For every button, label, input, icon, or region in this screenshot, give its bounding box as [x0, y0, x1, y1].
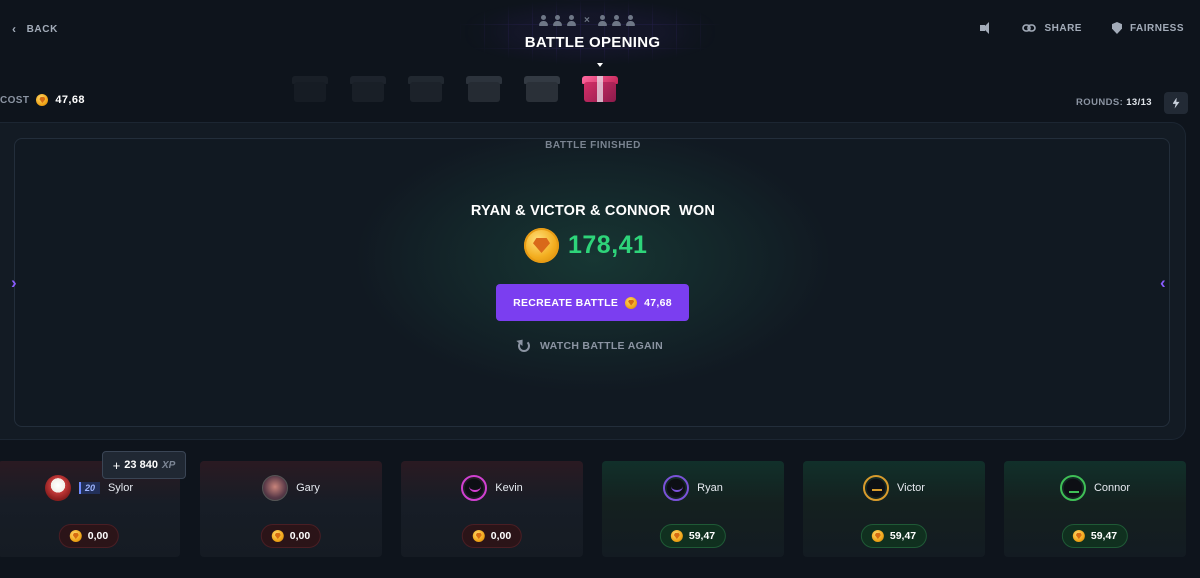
- recreate-cost: 47,68: [644, 296, 672, 309]
- player-name: Sylor: [107, 482, 134, 494]
- player-amount-value: 59,47: [688, 530, 716, 542]
- player-card-kevin[interactable]: Kevin 0,00: [401, 461, 583, 557]
- coin-icon: [670, 530, 683, 542]
- fairness-button[interactable]: FAIRNESS: [1111, 22, 1184, 34]
- player-name: Connor: [1093, 482, 1131, 494]
- battle-cost: COST 47,68: [0, 94, 85, 106]
- rounds-counter: ROUNDS: 13/13: [1076, 97, 1152, 108]
- player-name: Gary: [296, 482, 320, 494]
- speaker-icon: [980, 22, 992, 34]
- share-label: SHARE: [1044, 22, 1082, 34]
- rounds-label: ROUNDS:: [1076, 97, 1124, 108]
- player-identity: Victor: [803, 475, 985, 501]
- player-icon: [566, 15, 577, 26]
- player-amount-value: 59,47: [1090, 530, 1118, 542]
- fast-mode-button[interactable]: [1164, 92, 1188, 114]
- versus-icon: ×: [584, 15, 590, 26]
- case-thumbnail[interactable]: [522, 70, 562, 106]
- player-amount: 0,00: [58, 524, 120, 548]
- top-bar: ‹ BACK × BATTLE OPENING SHARE FAIRNESS: [0, 0, 1200, 64]
- case-thumbnail[interactable]: [290, 70, 330, 106]
- case-thumbnail[interactable]: [464, 70, 504, 106]
- link-icon: [1022, 24, 1037, 32]
- shield-icon: [1111, 22, 1122, 34]
- sound-button[interactable]: [980, 22, 992, 34]
- coin-icon: [69, 530, 82, 542]
- chevron-right-icon[interactable]: ›: [11, 273, 17, 293]
- case-thumbnail[interactable]: [348, 70, 388, 106]
- avatar: [262, 475, 289, 501]
- chevron-left-icon[interactable]: ‹: [1160, 273, 1166, 293]
- player-icon: [625, 15, 636, 26]
- rounds-value: 13/13: [1126, 97, 1152, 108]
- plus-icon: +: [112, 457, 121, 473]
- recreate-battle-button[interactable]: RECREATE BATTLE 47,68: [496, 284, 689, 321]
- case-thumbnail[interactable]: [406, 70, 446, 106]
- player-amount-value: 0,00: [87, 530, 109, 542]
- recreate-label: RECREATE BATTLE: [513, 296, 619, 309]
- player-name: Ryan: [697, 482, 723, 494]
- case-strip: [290, 63, 620, 106]
- player-amount: 59,47: [1061, 524, 1129, 548]
- header-actions: SHARE FAIRNESS: [980, 22, 1184, 34]
- replay-icon: [518, 340, 530, 352]
- player-name: Victor: [897, 482, 925, 494]
- player-amount-value: 0,00: [289, 530, 311, 542]
- player-identity: Gary: [200, 475, 382, 501]
- lightning-icon: [1172, 97, 1180, 109]
- coin-icon: [271, 530, 284, 542]
- bot-avatar: [863, 475, 890, 501]
- player-card-gary[interactable]: Gary 0,00: [200, 461, 382, 557]
- cost-label: COST: [0, 94, 30, 106]
- xp-amount: 23 840: [124, 459, 158, 471]
- player-icon: [597, 15, 608, 26]
- player-amount: 59,47: [659, 524, 727, 548]
- watch-again-label: WATCH BATTLE AGAIN: [540, 340, 664, 352]
- avatar: [44, 475, 71, 501]
- player-card-connor[interactable]: Connor 59,47: [1004, 461, 1186, 557]
- xp-unit: XP: [161, 459, 176, 471]
- prize-total: 178,41: [524, 228, 647, 263]
- player-card-victor[interactable]: Victor 59,47: [803, 461, 985, 557]
- level-badge: 20: [78, 482, 100, 494]
- watch-again-button[interactable]: WATCH BATTLE AGAIN: [518, 340, 663, 352]
- fairness-label: FAIRNESS: [1129, 22, 1184, 34]
- coin-icon: [524, 228, 559, 263]
- coin-icon: [1072, 530, 1085, 542]
- player-amount: 0,00: [260, 524, 322, 548]
- player-icon: [611, 15, 622, 26]
- header-grid-decoration: [460, 0, 720, 64]
- player-icon: [538, 15, 549, 26]
- case-thumbnail-active[interactable]: [580, 63, 620, 106]
- coin-icon: [36, 94, 49, 106]
- player-icon: [552, 15, 563, 26]
- player-name: Kevin: [495, 482, 523, 494]
- player-identity: Connor: [1004, 475, 1186, 501]
- coin-icon: [625, 296, 638, 309]
- coin-icon: [871, 530, 884, 542]
- player-identity: Ryan: [602, 475, 784, 501]
- player-amount: 0,00: [461, 524, 523, 548]
- share-button[interactable]: SHARE: [1022, 23, 1082, 34]
- team-format-indicator: ×: [538, 15, 636, 26]
- bot-avatar: [663, 475, 690, 501]
- coin-icon: [472, 530, 485, 542]
- cost-value: 47,68: [55, 94, 85, 106]
- xp-gain-tooltip: + 23 840 XP: [102, 451, 186, 479]
- player-amount: 59,47: [860, 524, 928, 548]
- bot-avatar: [461, 475, 488, 501]
- player-amount-value: 0,00: [490, 530, 512, 542]
- bot-avatar: [1059, 475, 1086, 501]
- player-card-ryan[interactable]: Ryan 59,47: [602, 461, 784, 557]
- player-identity: Kevin: [401, 475, 583, 501]
- player-amount-value: 59,47: [889, 530, 917, 542]
- winners-text: RYAN & VICTOR & CONNOR WON: [470, 203, 716, 219]
- battle-status: BATTLE FINISHED: [545, 140, 641, 151]
- page-title: BATTLE OPENING: [524, 34, 661, 51]
- back-label: BACK: [26, 23, 58, 35]
- result-panel: [14, 138, 1170, 427]
- prize-value: 178,41: [568, 231, 648, 259]
